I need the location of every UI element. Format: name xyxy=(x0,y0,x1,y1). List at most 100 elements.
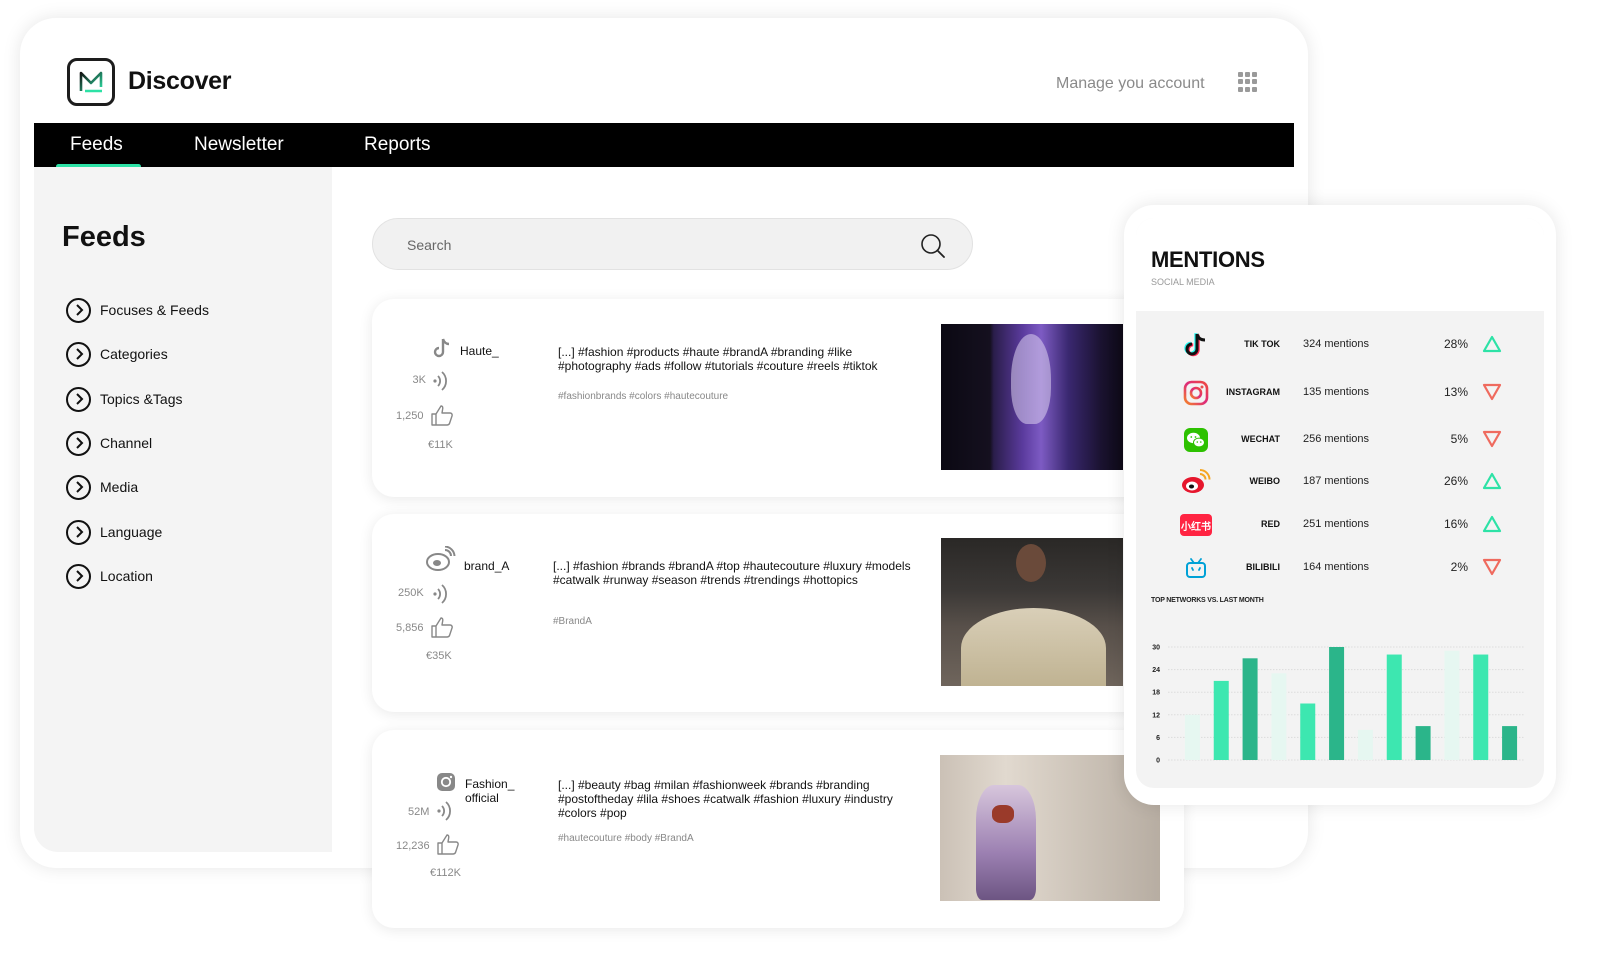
mention-row-weibo[interactable]: WEIBO 187 mentions 26% xyxy=(1136,467,1544,497)
mention-count: 324 mentions xyxy=(1302,338,1370,350)
mention-percent: 16% xyxy=(1443,517,1468,531)
sound-wave-icon xyxy=(433,584,447,604)
wechat-icon xyxy=(1180,425,1212,455)
top-networks-chart: 0 6 12 18 24 30 xyxy=(1152,645,1524,765)
chart-bar[interactable] xyxy=(1502,726,1518,760)
chevron-right-icon xyxy=(66,341,91,367)
chart-bar[interactable] xyxy=(1357,729,1373,760)
sidebar-item-label: Focuses & Feeds xyxy=(100,302,209,318)
post-tags: #fashionbrands #colors #hautecouture xyxy=(558,391,729,402)
chart-bar[interactable] xyxy=(1329,647,1345,760)
sidebar-item-language[interactable]: Language xyxy=(66,519,162,545)
sidebar-item-media[interactable]: Media xyxy=(66,474,138,500)
chart-bar[interactable] xyxy=(1242,658,1258,760)
sound-wave-icon xyxy=(433,371,447,391)
search-input[interactable]: Search xyxy=(372,218,973,270)
sidebar-item-label: Categories xyxy=(100,346,168,362)
sidebar-item-label: Language xyxy=(100,524,163,540)
chart-bar[interactable] xyxy=(1386,654,1402,760)
trend-down-icon xyxy=(1482,558,1502,576)
network-name: BILIBILI xyxy=(1246,562,1280,572)
network-name: RED xyxy=(1260,519,1280,529)
chart-bar[interactable] xyxy=(1473,654,1489,760)
sidebar-item-categories[interactable]: Categories xyxy=(66,341,168,367)
trend-up-icon xyxy=(1482,335,1502,353)
manage-account-link[interactable]: Manage you account xyxy=(1056,75,1205,93)
sidebar-item-channel[interactable]: Channel xyxy=(66,430,152,456)
trend-up-icon xyxy=(1482,515,1502,533)
likes-value: 12,236 xyxy=(396,840,430,852)
instagram-icon xyxy=(437,773,455,791)
trend-up-icon xyxy=(1482,472,1502,490)
sidebar-item-label: Channel xyxy=(100,435,153,451)
mentions-header: MENTIONS SOCIAL MEDIA xyxy=(1136,218,1544,311)
instagram-icon xyxy=(1180,378,1212,408)
mention-row-instagram[interactable]: INSTAGRAM 135 mentions 13% xyxy=(1136,378,1544,408)
tiktok-icon xyxy=(1180,330,1212,360)
mention-row-wechat[interactable]: WECHAT 256 mentions 5% xyxy=(1136,425,1544,455)
chevron-right-icon xyxy=(66,519,91,545)
likes-value: 1,250 xyxy=(396,410,424,422)
red-logo-text: 小红书 xyxy=(1180,514,1212,536)
tab-feeds[interactable]: Feeds xyxy=(70,134,123,156)
sidebar-item-label: Media xyxy=(100,479,139,495)
chevron-right-icon xyxy=(66,563,91,589)
y-tick-label: 24 xyxy=(1152,667,1160,674)
chart-bar[interactable] xyxy=(1444,650,1460,760)
trend-down-icon xyxy=(1482,383,1502,401)
feed-card[interactable]: Haute_ 3K 1,250 €11K [...] #fashion #pro… xyxy=(372,299,1184,497)
chevron-right-icon xyxy=(66,430,91,456)
y-tick-label: 30 xyxy=(1152,645,1160,652)
chart-bar[interactable] xyxy=(1184,714,1200,760)
mentions-panel: MENTIONS SOCIAL MEDIA TIK TOK 324 mentio… xyxy=(1136,218,1544,788)
mention-row-red[interactable]: 小红书 RED 251 mentions 16% xyxy=(1136,510,1544,540)
mention-row-tiktok[interactable]: TIK TOK 324 mentions 28% xyxy=(1136,330,1544,360)
post-tags: #hautecouture #body #BrandA xyxy=(558,833,694,844)
sidebar: Feeds Focuses & Feeds Categories Topics … xyxy=(34,167,332,852)
post-handle[interactable]: brand_A xyxy=(464,559,509,573)
chevron-right-icon xyxy=(66,297,91,323)
feed-card[interactable]: Fashion_ official 52M 12,236 €112K [...]… xyxy=(372,730,1184,928)
sidebar-item-topics-tags[interactable]: Topics &Tags xyxy=(66,386,182,412)
bilibili-icon xyxy=(1180,553,1212,583)
mention-percent: 2% xyxy=(1450,560,1468,574)
value-estimate: €112K xyxy=(430,867,461,879)
chart-bar[interactable] xyxy=(1300,703,1316,761)
y-tick-label: 0 xyxy=(1156,758,1160,765)
mention-percent: 26% xyxy=(1443,474,1468,488)
post-handle[interactable]: Haute_ xyxy=(460,344,499,358)
app-logo[interactable] xyxy=(67,58,115,106)
apps-grid-icon[interactable] xyxy=(1238,72,1258,92)
tab-reports[interactable]: Reports xyxy=(364,134,431,156)
tab-newsletter[interactable]: Newsletter xyxy=(194,134,284,156)
thumbs-up-icon xyxy=(431,405,453,426)
value-estimate: €11K xyxy=(428,439,453,451)
mention-row-bilibili[interactable]: BILIBILI 164 mentions 2% xyxy=(1136,553,1544,583)
chart-bar[interactable] xyxy=(1213,680,1229,760)
y-tick-label: 12 xyxy=(1152,712,1160,719)
mentions-title: MENTIONS xyxy=(1151,247,1265,272)
network-name: WEIBO xyxy=(1249,476,1281,486)
reach-value: 250K xyxy=(398,587,424,599)
search-icon[interactable] xyxy=(919,232,947,260)
post-handle[interactable]: Fashion_ official xyxy=(465,777,525,805)
y-tick-label: 18 xyxy=(1152,690,1160,697)
search-placeholder: Search xyxy=(407,237,452,253)
main-nav: Feeds Newsletter Reports xyxy=(34,123,1294,169)
post-image[interactable] xyxy=(941,538,1123,686)
mentions-subtitle: SOCIAL MEDIA xyxy=(1151,277,1215,287)
chart-bar[interactable] xyxy=(1271,673,1287,760)
post-image[interactable] xyxy=(941,324,1123,470)
chart-bar[interactable] xyxy=(1415,726,1431,760)
feed-card[interactable]: brand_A 250K 5,856 €35K [...] #fashion #… xyxy=(372,514,1184,712)
sidebar-item-focuses[interactable]: Focuses & Feeds xyxy=(66,297,209,323)
chart-title: TOP NETWORKS VS. LAST MONTH xyxy=(1151,597,1264,604)
sidebar-title: Feeds xyxy=(62,221,146,253)
sidebar-item-location[interactable]: Location xyxy=(66,563,153,589)
sound-wave-icon xyxy=(437,801,451,821)
network-name: WECHAT xyxy=(1241,434,1280,444)
likes-value: 5,856 xyxy=(396,622,424,634)
trend-down-icon xyxy=(1482,430,1502,448)
chevron-right-icon xyxy=(66,474,91,500)
post-text: [...] #beauty #bag #milan #fashionweek #… xyxy=(558,778,893,820)
